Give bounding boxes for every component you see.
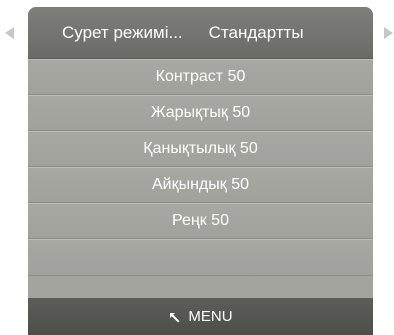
menu-item-label: Айқындық 50 bbox=[151, 176, 250, 193]
menu-item-label: Қанықтылық 50 bbox=[143, 140, 258, 157]
menu-item-label: Реңк 50 bbox=[172, 212, 229, 229]
menu-item-brightness[interactable]: Жарықтық 50 bbox=[28, 95, 373, 131]
menu-item-label: Жарықтық 50 bbox=[150, 104, 251, 121]
menu-item-tint[interactable]: Реңк 50 bbox=[28, 203, 373, 239]
menu-item-label: Контраст 50 bbox=[155, 68, 246, 85]
picture-mode-label: Сурет режимі... bbox=[62, 22, 183, 42]
menu-return-button[interactable]: MENU bbox=[28, 298, 373, 335]
menu-item-sharpness[interactable]: Айқындық 50 bbox=[28, 167, 373, 203]
picture-mode-row[interactable]: Сурет режимі... Стандартты bbox=[28, 7, 373, 59]
menu-label: MENU bbox=[188, 308, 233, 325]
settings-list: Контраст 50 Жарықтық 50 Қанықтылық 50 Ай… bbox=[28, 59, 373, 276]
menu-item-contrast[interactable]: Контраст 50 bbox=[28, 59, 373, 95]
menu-item-empty bbox=[28, 239, 373, 276]
menu-item-saturation[interactable]: Қанықтылық 50 bbox=[28, 131, 373, 167]
return-icon bbox=[168, 311, 182, 325]
right-arrow-icon[interactable] bbox=[384, 27, 393, 39]
picture-settings-menu: Сурет режимі... Стандартты Контраст 50 Ж… bbox=[28, 7, 373, 335]
left-arrow-icon[interactable] bbox=[5, 27, 14, 39]
picture-mode-value: Стандартты bbox=[208, 22, 304, 42]
